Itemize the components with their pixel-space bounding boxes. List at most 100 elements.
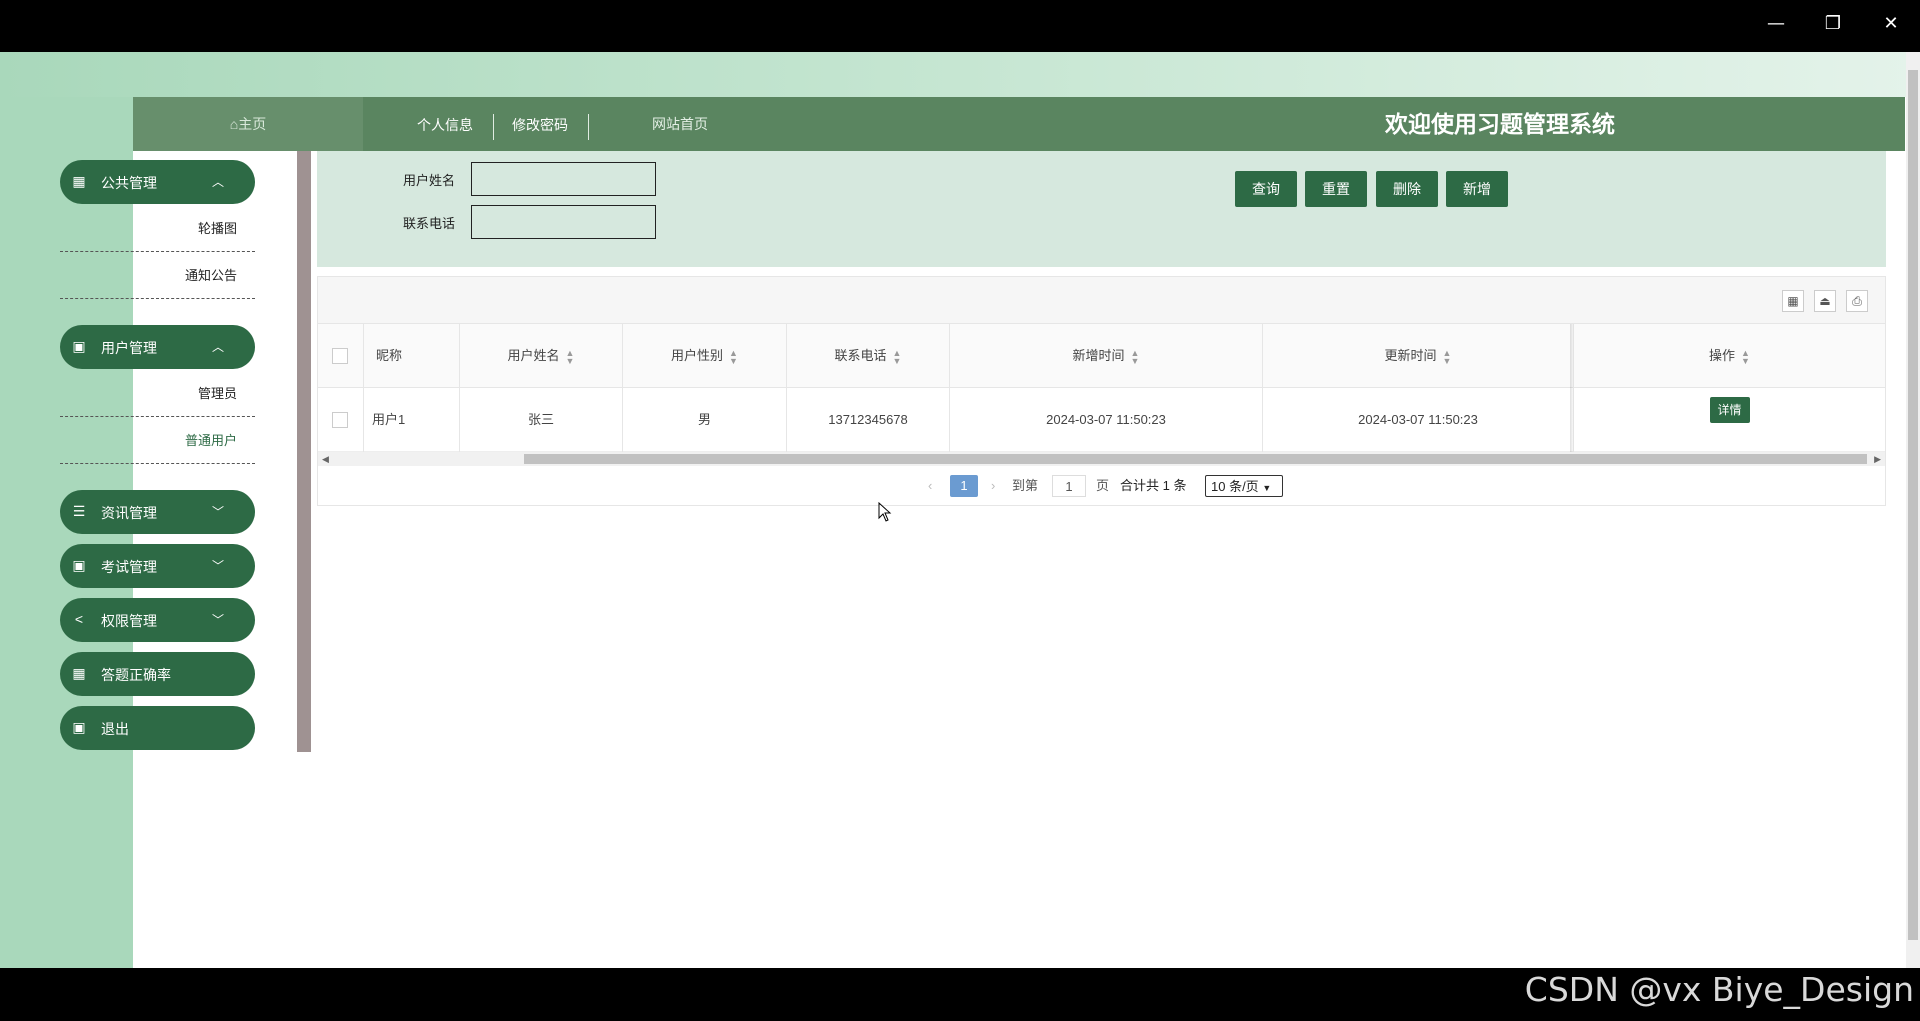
mouse-cursor-icon (878, 502, 892, 522)
cell-name: 张三 (460, 388, 623, 452)
window-titlebar: — ❐ ✕ (0, 0, 1920, 52)
col-created[interactable]: 新增时间 ▲ ▼ (950, 324, 1263, 388)
menu-label: 公共管理 (101, 175, 157, 191)
page-size-value: 10 条/页 (1211, 479, 1259, 494)
sort-icon: ▲ ▼ (1741, 347, 1750, 366)
col-action[interactable]: 操作 ▲ ▼ (1574, 324, 1885, 388)
nav-home-label: 主页 (238, 116, 267, 132)
nav-site-home[interactable]: 网站首页 (652, 97, 708, 151)
menu-public-management[interactable]: ▦ 公共管理 ︿ (60, 160, 255, 204)
query-button[interactable]: 查询 (1235, 171, 1297, 207)
menu-accuracy[interactable]: ▦ 答题正确率 (60, 652, 255, 696)
menu-news-management[interactable]: ☰ 资讯管理 ﹀ (60, 490, 255, 534)
reset-button[interactable]: 重置 (1305, 171, 1367, 207)
username-input[interactable] (471, 162, 656, 196)
top-background-band (0, 52, 1920, 97)
cell-action: 详情 (1574, 388, 1885, 452)
select-all-cell (318, 324, 364, 388)
username-label: 用户姓名 (403, 173, 456, 188)
export-icon[interactable]: ⏏ (1814, 290, 1836, 312)
col-nickname: 昵称 (364, 324, 460, 388)
system-title: 欢迎使用习题管理系统 (1385, 111, 1615, 137)
row-select-cell (318, 388, 364, 452)
chevron-down-icon: ﹀ (212, 613, 225, 627)
submenu-normal-user[interactable]: 普通用户 (60, 418, 255, 464)
restore-button[interactable]: ❐ (1819, 10, 1847, 38)
nav-divider (493, 114, 494, 140)
table-row: 用户1 张三 男 13712345678 2024-03-07 11:50:23… (318, 388, 1885, 452)
sidebar-rail (297, 151, 311, 752)
menu-label: 答题正确率 (101, 667, 171, 683)
menu-exam-management[interactable]: ▣ 考试管理 ﹀ (60, 544, 255, 588)
nav-divider (588, 114, 589, 140)
col-action-label: 操作 (1709, 348, 1736, 363)
book-icon: ▣ (72, 338, 86, 354)
page-size-select[interactable]: 10 条/页 ▼ (1205, 475, 1283, 497)
chevron-down-icon: ﹀ (212, 559, 225, 573)
phone-label: 联系电话 (403, 216, 456, 231)
goto-page-input[interactable]: 1 (1052, 475, 1086, 497)
top-navigation: ⌂主页 个人信息 修改密码 网站首页 欢迎使用习题管理系统 (133, 97, 1905, 151)
sort-icon: ▲ ▼ (1442, 347, 1452, 366)
detail-button[interactable]: 详情 (1709, 396, 1750, 423)
current-page-button[interactable]: 1 (950, 475, 978, 497)
submenu-carousel[interactable]: 轮播图 (60, 206, 255, 252)
vertical-scroll-thumb[interactable] (1908, 70, 1918, 940)
nav-home-tab[interactable]: ⌂主页 (133, 97, 363, 151)
page-viewport: ⌂主页 个人信息 修改密码 网站首页 欢迎使用习题管理系统 ▦ 公共管理 ︿ 轮… (0, 52, 1920, 968)
chevron-up-icon: ︿ (212, 340, 225, 354)
chevron-down-icon: ﹀ (212, 505, 225, 519)
sort-icon: ▲ ▼ (1130, 347, 1140, 366)
book-icon: ▣ (72, 557, 86, 573)
horizontal-scrollbar[interactable]: ◀ ▶ (318, 452, 1885, 466)
menu-label: 用户管理 (101, 340, 157, 356)
menu-permission-management[interactable]: < 权限管理 ﹀ (60, 598, 255, 642)
submenu-admin[interactable]: 管理员 (60, 371, 255, 417)
cell-updated: 2024-03-07 11:50:23 (1263, 388, 1574, 452)
delete-button[interactable]: 删除 (1376, 171, 1438, 207)
menu-label: 退出 (101, 721, 129, 737)
cell-phone: 13712345678 (787, 388, 950, 452)
col-created-label: 新增时间 (1072, 348, 1125, 363)
select-all-checkbox[interactable] (332, 348, 348, 364)
col-updated-label: 更新时间 (1384, 348, 1437, 363)
data-table: ▦ ⏏ ⎙ 昵称 用户姓名 ▲ ▼ 用户性别 ▲ ▼ 联系电话 ▲ ▼ 新增时间 ▲ ▼ 更新时… (317, 276, 1886, 506)
scroll-left-icon[interactable]: ◀ (322, 452, 329, 466)
horizontal-scroll-thumb[interactable] (524, 454, 1867, 464)
cell-created: 2024-03-07 11:50:23 (950, 388, 1263, 452)
goto-label: 到第 (1012, 478, 1039, 493)
home-icon: ⌂ (229, 116, 239, 132)
col-phone[interactable]: 联系电话 ▲ ▼ (787, 324, 950, 388)
vertical-scrollbar[interactable] (1906, 52, 1920, 968)
col-name[interactable]: 用户姓名 ▲ ▼ (460, 324, 623, 388)
print-icon[interactable]: ⎙ (1846, 290, 1868, 312)
chevron-up-icon: ︿ (212, 175, 225, 189)
close-button[interactable]: ✕ (1877, 10, 1905, 38)
menu-logout[interactable]: ▣ 退出 (60, 706, 255, 750)
menu-label: 权限管理 (101, 613, 157, 629)
col-gender[interactable]: 用户性别 ▲ ▼ (623, 324, 787, 388)
book-icon: ▣ (72, 719, 86, 735)
menu-user-management[interactable]: ▣ 用户管理 ︿ (60, 325, 255, 369)
share-icon: < (74, 611, 84, 627)
sort-icon: ▲ ▼ (892, 347, 902, 366)
col-phone-label: 联系电话 (834, 348, 887, 363)
chevron-down-icon: ▼ (1262, 483, 1272, 493)
nav-personal-info[interactable]: 个人信息 (417, 97, 473, 151)
grid-icon: ▦ (72, 665, 86, 681)
next-page-icon[interactable]: › (991, 475, 995, 497)
prev-page-icon[interactable]: ‹ (928, 475, 932, 497)
scroll-right-icon[interactable]: ▶ (1874, 452, 1881, 466)
submenu-notice[interactable]: 通知公告 (60, 253, 255, 299)
minimize-button[interactable]: — (1762, 10, 1790, 38)
phone-input[interactable] (471, 205, 656, 239)
row-checkbox[interactable] (332, 412, 348, 428)
columns-icon[interactable]: ▦ (1782, 290, 1804, 312)
total-count: 合计共 1 条 (1120, 478, 1187, 493)
add-button[interactable]: 新增 (1446, 171, 1508, 207)
nav-change-password[interactable]: 修改密码 (512, 97, 568, 151)
search-panel: 用户姓名 联系电话 查询 重置 删除 新增 (317, 151, 1886, 267)
col-updated[interactable]: 更新时间 ▲ ▼ (1263, 324, 1574, 388)
fixed-column-shadow (1570, 324, 1574, 452)
pagination: ‹ 1 › 到第 1 页 合计共 1 条 10 条/页 ▼ (318, 471, 1885, 501)
